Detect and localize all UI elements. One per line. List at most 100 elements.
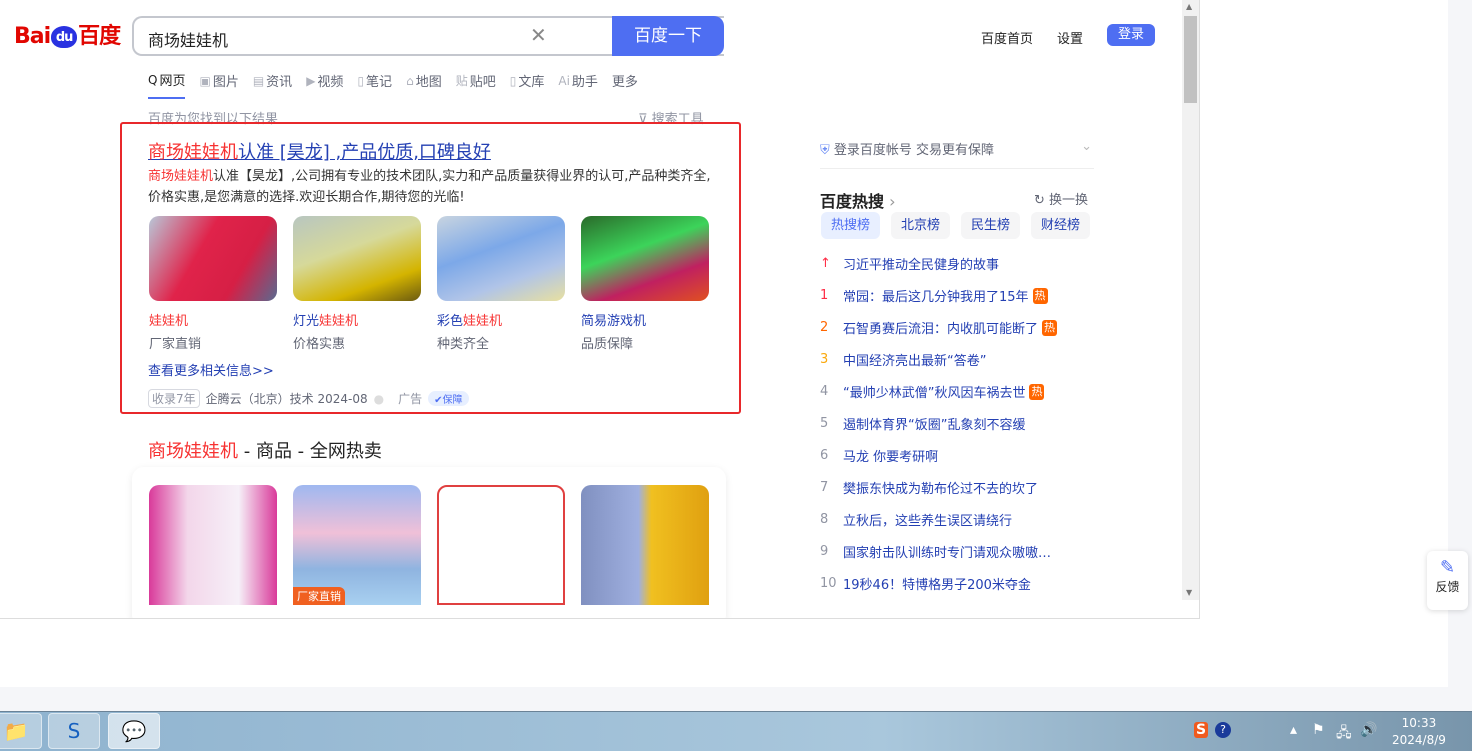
show-hidden-icons[interactable]: ▴: [1290, 722, 1297, 738]
company-info[interactable]: 企腾云（北京）技术 2024-08: [206, 390, 368, 407]
factory-direct-tag: 厂家直销: [293, 587, 345, 605]
rank-number: ↑: [820, 256, 831, 271]
tab-doc[interactable]: ▯ 文库: [510, 70, 545, 99]
tab-tieba[interactable]: 贴贴吧: [456, 70, 496, 99]
rank-number: 5: [820, 416, 829, 431]
rank-number: 8: [820, 512, 829, 527]
baidu-home-link[interactable]: 百度首页: [981, 28, 1033, 47]
tab-news[interactable]: ▤ 资讯: [253, 70, 292, 99]
hot-search-item[interactable]: 5 遏制体育界“饭圈”乱象刻不容缓: [820, 414, 1025, 433]
tab-more[interactable]: 更多: [612, 70, 638, 99]
clear-icon[interactable]: ✕: [530, 23, 547, 47]
rank-number: 3: [820, 352, 829, 367]
hot-search-item[interactable]: 2 石智勇赛后流泪：内收肌可能断了热: [820, 318, 1058, 337]
ad-item-link[interactable]: 娃娃机: [149, 310, 188, 329]
clock[interactable]: 10:33 2024/8/9: [1392, 715, 1446, 749]
hot-tab[interactable]: 财经榜: [1031, 212, 1091, 239]
product-image-2[interactable]: 厂家直销: [293, 485, 421, 605]
scrollbar-thumb[interactable]: [1184, 16, 1197, 103]
product-image-3[interactable]: [437, 485, 565, 605]
search-button[interactable]: 百度一下: [612, 16, 724, 56]
hot-search-item[interactable]: 7 樊振东快成为勒布伦过不去的坎了: [820, 478, 1038, 497]
image-icon: ▣: [199, 73, 211, 88]
hot-badge: 热: [1032, 287, 1048, 304]
ad-image-light-claw-machine[interactable]: [293, 216, 421, 301]
action-center-flag-icon[interactable]: ⚑: [1312, 722, 1325, 738]
tab-note[interactable]: ▯ 笔记: [357, 70, 392, 99]
ad-item-link[interactable]: 彩色娃娃机: [437, 310, 502, 329]
rank-number: 7: [820, 480, 829, 495]
tieba-icon: 贴: [455, 74, 468, 88]
baidu-logo[interactable]: Bai du 百度: [14, 18, 121, 50]
product-image-1[interactable]: [149, 485, 277, 605]
tab-video[interactable]: ▶ 视频: [306, 70, 343, 99]
wechat-icon[interactable]: 💬: [108, 713, 160, 749]
more-info-link[interactable]: 查看更多相关信息>>: [148, 360, 274, 379]
ad-description: 商场娃娃机认准【昊龙】,公司拥有专业的技术团队,实力和产品质量获得业界的认可,产…: [148, 169, 711, 205]
guarantee-badge[interactable]: ✔保障: [428, 391, 469, 406]
hot-tab[interactable]: 热搜榜: [821, 212, 881, 239]
login-button[interactable]: 登录: [1107, 24, 1155, 46]
ai-icon: Ai: [558, 73, 570, 88]
ad-item-link[interactable]: 灯光娃娃机: [293, 310, 358, 329]
video-icon: ▶: [306, 73, 316, 88]
browser-page: Bai du 百度 商场娃娃机 ✕ 百度一下 百度首页 设置 登录 Q 网页 ▣ 图片 ▤ 资…: [0, 0, 1448, 687]
file-explorer-icon[interactable]: 📁: [0, 713, 42, 749]
ad-image-claw-machine[interactable]: [149, 216, 277, 301]
login-prompt[interactable]: ⛨ 登录百度帐号 交易更有保障 ⌄: [820, 139, 1094, 169]
ad-title-link[interactable]: 商场娃娃机认准 [昊龙] ,产品优质,口碑良好: [148, 138, 491, 164]
ad-image-arcade-machine[interactable]: [581, 216, 709, 301]
ad-image-color-claw-machine[interactable]: [437, 216, 565, 301]
tab-image[interactable]: ▣ 图片: [199, 70, 238, 99]
taskbar: [0, 711, 1472, 751]
tab-map[interactable]: ⌂ 地图: [406, 70, 442, 99]
rank-number: 1: [820, 288, 829, 303]
search-icon: Q: [148, 72, 158, 87]
page-viewport: Bai du 百度 商场娃娃机 ✕ 百度一下 百度首页 设置 登录 Q 网页 ▣ 图片 ▤ 资…: [0, 0, 1200, 619]
ad-item-link[interactable]: 简易游戏机: [581, 310, 646, 329]
hot-search-item[interactable]: 4 “最帅少林武僧”秋风因车祸去世热: [820, 382, 1045, 401]
volume-icon[interactable]: 🔊: [1360, 722, 1377, 738]
sogou-ime-icon[interactable]: S: [1194, 722, 1209, 738]
dropdown-icon[interactable]: ●: [374, 392, 384, 406]
search-input[interactable]: 商场娃娃机: [148, 27, 228, 51]
refresh-button[interactable]: ↻ 换一换: [1034, 189, 1088, 208]
rank-number: 9: [820, 544, 829, 559]
hot-search-item[interactable]: 1 常园：最后这几分钟我用了15年热: [820, 286, 1048, 305]
help-icon[interactable]: ?: [1215, 722, 1231, 738]
refresh-icon: ↻: [1034, 193, 1050, 208]
tab-ai[interactable]: Ai 助手: [558, 70, 598, 99]
hot-search-item[interactable]: 6 马龙 你要考研啊: [820, 446, 938, 465]
doc-icon: ▯: [509, 73, 517, 88]
tab-search[interactable]: Q 网页: [148, 70, 186, 99]
scroll-down-arrow[interactable]: ▼: [1186, 588, 1192, 597]
network-icon[interactable]: 🖧: [1336, 722, 1352, 746]
scroll-up-arrow[interactable]: ▲: [1186, 2, 1192, 11]
ad-item-subtitle: 价格实惠: [293, 337, 346, 352]
hot-tab[interactable]: 民生榜: [961, 212, 1021, 239]
ad-item-subtitle: 品质保障: [581, 337, 634, 352]
hot-search-item[interactable]: ↑ 习近平推动全民健身的故事: [820, 254, 999, 273]
rank-number: 4: [820, 384, 829, 399]
note-icon: ▯: [357, 73, 365, 88]
ad-item-subtitle: 厂家直销: [149, 337, 202, 352]
feedback-button[interactable]: ✎ 反馈: [1427, 551, 1468, 610]
ad-meta: 收录7年 企腾云（北京）技术 2024-08 ● 广告 ✔保障: [148, 389, 469, 408]
settings-link[interactable]: 设置: [1057, 28, 1083, 47]
hot-search-item[interactable]: 9 国家射击队训练时专门请观众嗷嗷…: [820, 542, 1051, 561]
hot-search-title[interactable]: 百度热搜 ›: [820, 188, 896, 212]
hot-search-item[interactable]: 3 中国经济亮出最新“答卷”: [820, 350, 986, 369]
hot-search-item[interactable]: 10 19秒46！特博格男子200米夺金: [820, 574, 1031, 593]
news-icon: ▤: [252, 73, 265, 88]
hot-tab[interactable]: 北京榜: [891, 212, 951, 239]
ad-item-subtitle: 种类齐全: [437, 337, 490, 352]
products-title[interactable]: 商场娃娃机 - 商品 - 全网热卖: [148, 437, 382, 463]
product-image-4[interactable]: [581, 485, 709, 605]
hot-search-item[interactable]: 8 立秋后，这些养生误区请绕行: [820, 510, 1012, 529]
hot-badge: 热: [1029, 383, 1045, 400]
pen-icon: ✎: [1439, 557, 1456, 578]
map-icon: ⌂: [406, 73, 414, 88]
shield-check-icon: ✔: [434, 395, 443, 406]
browser-icon[interactable]: S: [48, 713, 100, 749]
chevron-down-icon[interactable]: ⌄: [1081, 139, 1092, 154]
